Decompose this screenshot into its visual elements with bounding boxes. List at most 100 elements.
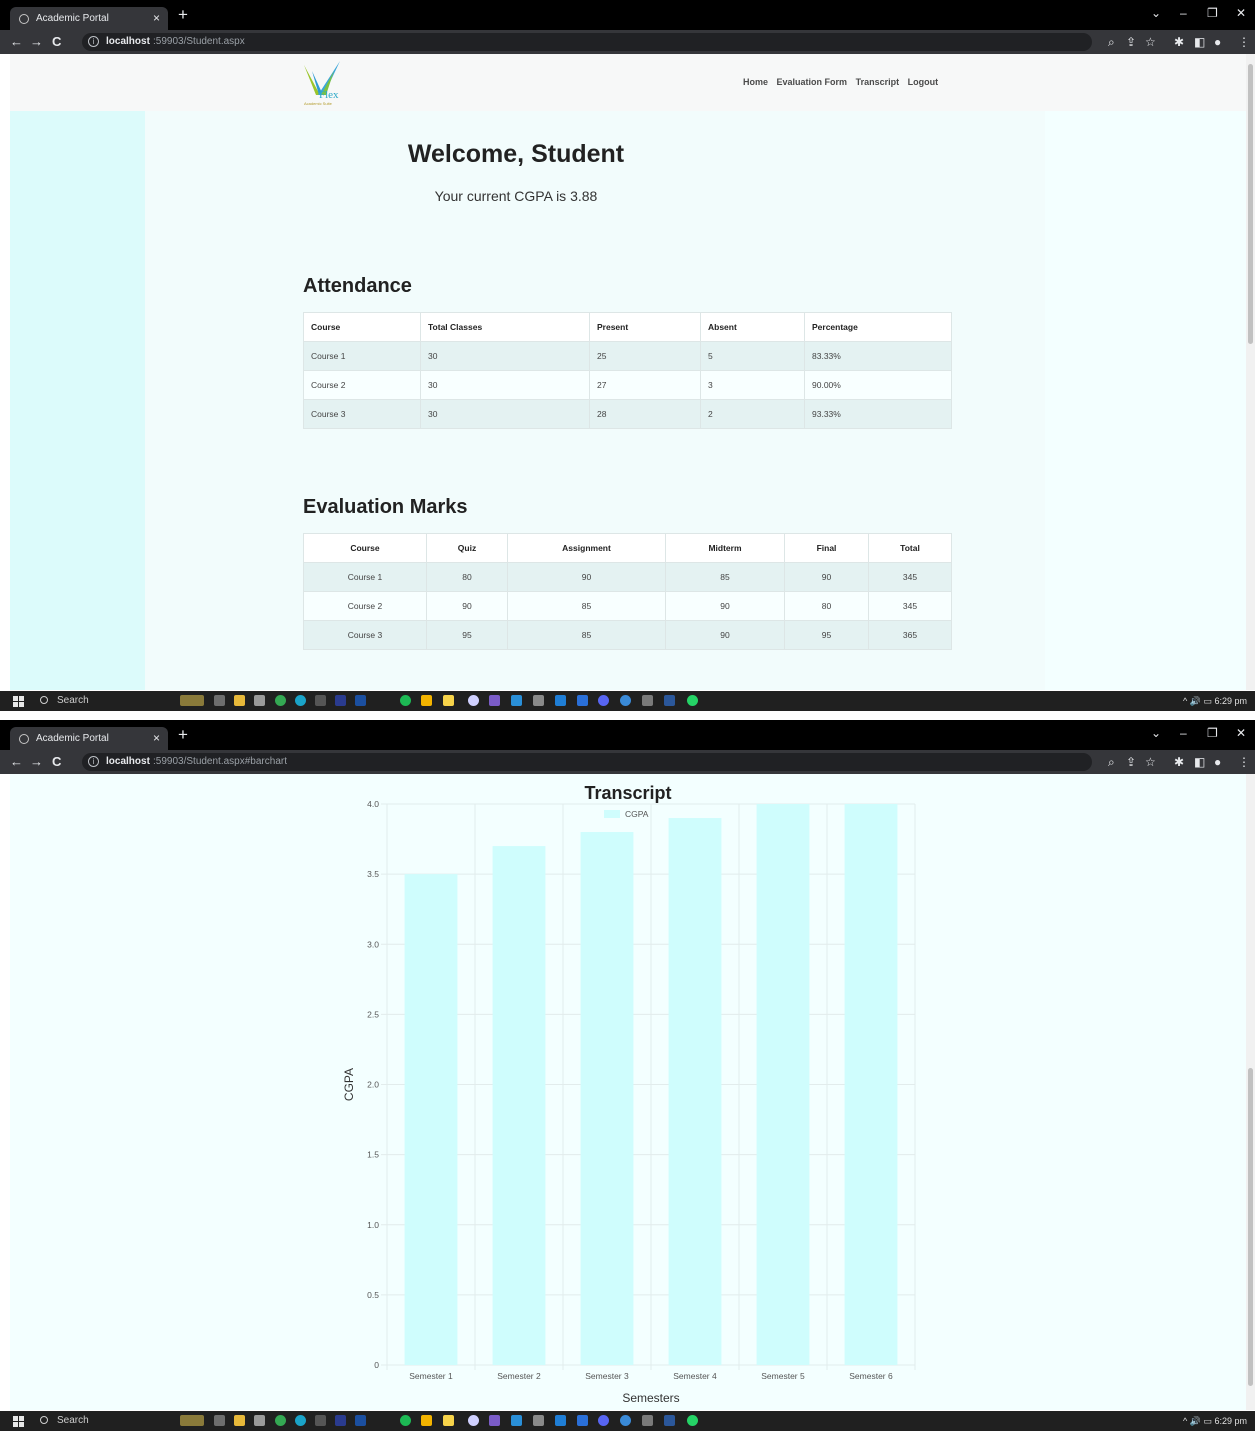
bookmark-star-icon[interactable]: ☆ <box>1145 754 1156 770</box>
minimize-icon[interactable]: – <box>1180 725 1187 741</box>
site-info-icon[interactable]: i <box>88 756 99 767</box>
new-tab-button[interactable]: + <box>178 5 188 25</box>
bookmark-star-icon[interactable]: ☆ <box>1145 34 1156 50</box>
reload-icon[interactable]: C <box>52 33 61 51</box>
premiere-icon[interactable] <box>335 1415 346 1426</box>
back-icon[interactable]: ← <box>10 33 23 51</box>
taskbar-widget-icon[interactable] <box>180 1415 204 1426</box>
photoshop-icon[interactable] <box>355 695 366 706</box>
menu-icon[interactable]: ⋮ <box>1238 34 1250 50</box>
app-icon[interactable] <box>315 1415 326 1426</box>
app-icon[interactable] <box>421 1415 432 1426</box>
forward-icon[interactable]: → <box>30 33 43 51</box>
profile-avatar[interactable]: ● <box>1214 34 1221 50</box>
app-icon[interactable] <box>620 695 631 706</box>
restore-icon[interactable]: ❐ <box>1207 725 1218 741</box>
nav-logout-link[interactable]: Logout <box>908 77 939 87</box>
app-icon[interactable] <box>620 1415 631 1426</box>
minimize-icon[interactable]: – <box>1180 5 1187 21</box>
nav-evaluation-form-link[interactable]: Evaluation Form <box>777 77 848 87</box>
nav-transcript-link[interactable]: Transcript <box>856 77 900 87</box>
spotify-icon[interactable] <box>400 1415 411 1426</box>
vscode-icon[interactable] <box>511 695 522 706</box>
app-icon[interactable] <box>533 695 544 706</box>
zoom-icon[interactable]: ⌕ <box>1108 754 1115 770</box>
task-view-icon[interactable] <box>214 695 225 706</box>
sticky-notes-icon[interactable] <box>443 695 454 706</box>
forward-icon[interactable]: → <box>30 753 43 771</box>
chrome-icon[interactable] <box>275 1415 286 1426</box>
app-icon[interactable] <box>642 695 653 706</box>
extensions-icon[interactable]: ✱ <box>1174 34 1184 50</box>
side-panel-icon[interactable]: ◧ <box>1194 754 1205 770</box>
zoom-icon[interactable]: ⌕ <box>1108 34 1115 50</box>
discord-icon[interactable] <box>598 1415 609 1426</box>
back-icon[interactable]: ← <box>10 753 23 771</box>
page-scrollbar[interactable] <box>1246 54 1255 690</box>
word-icon[interactable] <box>664 1415 675 1426</box>
windows-start-icon[interactable] <box>13 1416 24 1427</box>
discord-icon[interactable] <box>598 695 609 706</box>
word-icon[interactable] <box>664 695 675 706</box>
extensions-icon[interactable]: ✱ <box>1174 754 1184 770</box>
github-icon[interactable] <box>468 695 479 706</box>
spotify-icon[interactable] <box>400 695 411 706</box>
app-icon[interactable] <box>555 1415 566 1426</box>
app-icon[interactable] <box>254 695 265 706</box>
close-window-icon[interactable]: ✕ <box>1236 725 1246 741</box>
file-explorer-icon[interactable] <box>234 1415 245 1426</box>
table-cell: 80 <box>784 591 869 621</box>
visual-studio-icon[interactable] <box>489 695 500 706</box>
taskbar-search[interactable]: Search <box>40 693 175 709</box>
app-icon[interactable] <box>254 1415 265 1426</box>
scrollbar-thumb[interactable] <box>1248 64 1253 344</box>
reload-icon[interactable]: C <box>52 753 61 771</box>
chrome-profile-icon[interactable] <box>295 1415 306 1426</box>
share-icon[interactable]: ⇪ <box>1126 34 1136 50</box>
system-tray[interactable]: ^ 🔊 ▭ 6:29 pm <box>1183 1413 1247 1429</box>
address-bar[interactable]: i localhost :59903/Student.aspx <box>82 33 1092 51</box>
visual-studio-icon[interactable] <box>489 1415 500 1426</box>
whatsapp-icon[interactable] <box>687 1415 698 1426</box>
close-tab-icon[interactable]: × <box>153 7 160 30</box>
chrome-icon[interactable] <box>275 695 286 706</box>
profile-avatar[interactable]: ● <box>1214 754 1221 770</box>
side-panel-icon[interactable]: ◧ <box>1194 34 1205 50</box>
app-icon[interactable] <box>555 695 566 706</box>
whatsapp-icon[interactable] <box>687 695 698 706</box>
system-tray[interactable]: ^ 🔊 ▭ 6:29 pm <box>1183 693 1247 709</box>
taskbar-widget-icon[interactable] <box>180 695 204 706</box>
flex-logo[interactable]: Flex Academic Suite <box>302 59 362 109</box>
browser-tab[interactable]: Academic Portal × <box>10 7 168 30</box>
sticky-notes-icon[interactable] <box>443 1415 454 1426</box>
app-icon[interactable] <box>315 695 326 706</box>
nav-home-link[interactable]: Home <box>743 77 768 87</box>
windows-start-icon[interactable] <box>13 696 24 707</box>
menu-icon[interactable]: ⋮ <box>1238 754 1250 770</box>
app-icon[interactable] <box>642 1415 653 1426</box>
chrome-profile-icon[interactable] <box>295 695 306 706</box>
tab-search-icon[interactable]: ⌄ <box>1151 725 1161 741</box>
close-tab-icon[interactable]: × <box>153 727 160 750</box>
browser-tab[interactable]: Academic Portal × <box>10 727 168 750</box>
file-explorer-icon[interactable] <box>234 695 245 706</box>
app-icon[interactable] <box>421 695 432 706</box>
app-icon[interactable] <box>533 1415 544 1426</box>
app-icon[interactable] <box>577 695 588 706</box>
photoshop-icon[interactable] <box>355 1415 366 1426</box>
vscode-icon[interactable] <box>511 1415 522 1426</box>
github-icon[interactable] <box>468 1415 479 1426</box>
share-icon[interactable]: ⇪ <box>1126 754 1136 770</box>
app-icon[interactable] <box>577 1415 588 1426</box>
new-tab-button[interactable]: + <box>178 725 188 745</box>
restore-icon[interactable]: ❐ <box>1207 5 1218 21</box>
close-window-icon[interactable]: ✕ <box>1236 5 1246 21</box>
task-view-icon[interactable] <box>214 1415 225 1426</box>
site-info-icon[interactable]: i <box>88 36 99 47</box>
premiere-icon[interactable] <box>335 695 346 706</box>
page-scrollbar[interactable] <box>1246 774 1255 1410</box>
address-bar[interactable]: i localhost :59903/Student.aspx#barchart <box>82 753 1092 771</box>
tab-search-icon[interactable]: ⌄ <box>1151 5 1161 21</box>
scrollbar-thumb[interactable] <box>1248 1068 1253 1386</box>
taskbar-search[interactable]: Search <box>40 1413 175 1429</box>
